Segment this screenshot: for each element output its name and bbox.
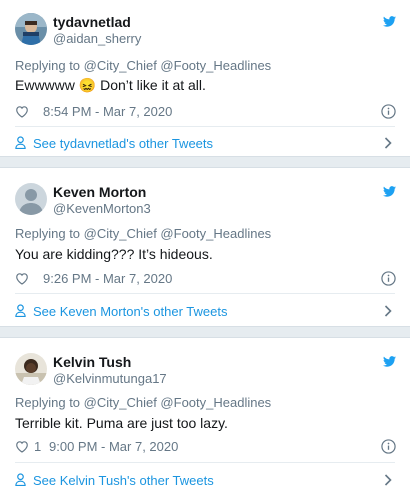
info-icon[interactable] <box>381 104 396 119</box>
reply-context[interactable]: Replying to @City_Chief @Footy_Headlines <box>15 395 271 410</box>
other-tweets-label: See Kelvin Tush's other Tweets <box>33 473 214 488</box>
tweet-card: Keven Morton @KevenMorton3 Replying to @… <box>0 168 410 326</box>
tweet-card: Kelvin Tush @Kelvinmutunga17 Replying to… <box>0 338 410 494</box>
info-icon[interactable] <box>381 271 396 286</box>
chevron-right-icon[interactable] <box>384 305 392 317</box>
author-handle[interactable]: @KevenMorton3 <box>53 201 151 216</box>
author-handle[interactable]: @Kelvinmutunga17 <box>53 371 167 386</box>
reply-context[interactable]: Replying to @City_Chief @Footy_Headlines <box>15 226 271 241</box>
info-icon[interactable] <box>381 439 396 454</box>
heart-icon[interactable] <box>15 105 29 118</box>
person-icon <box>15 304 26 317</box>
author-handle[interactable]: @aidan_sherry <box>53 31 141 46</box>
chevron-right-icon[interactable] <box>384 474 392 486</box>
tweet-text: Terrible kit. Puma are just too lazy. <box>15 415 228 431</box>
separator <box>0 326 410 338</box>
tweet-text: You are kidding??? It’s hideous. <box>15 246 213 262</box>
avatar[interactable] <box>15 183 47 215</box>
tweet-card: tydavnetlad @aidan_sherry Replying to @C… <box>0 0 410 156</box>
divider <box>15 126 395 127</box>
twitter-bird-icon[interactable] <box>383 16 396 27</box>
tweet-timestamp[interactable]: 9:26 PM - Mar 7, 2020 <box>43 271 172 286</box>
avatar[interactable] <box>15 13 47 45</box>
like-count: 1 <box>34 439 42 454</box>
author-name[interactable]: Keven Morton <box>53 184 146 200</box>
other-tweets-label: See Keven Morton's other Tweets <box>33 304 228 319</box>
twitter-bird-icon[interactable] <box>383 356 396 367</box>
avatar[interactable] <box>15 353 47 385</box>
tweet-meta: 8:54 PM - Mar 7, 2020 <box>15 104 396 120</box>
author-name[interactable]: tydavnetlad <box>53 14 131 30</box>
other-tweets-label: See tydavnetlad's other Tweets <box>33 136 214 151</box>
person-icon <box>15 136 26 149</box>
tweet-meta: 9:26 PM - Mar 7, 2020 <box>15 271 396 287</box>
divider <box>15 293 395 294</box>
chevron-right-icon[interactable] <box>384 137 392 149</box>
heart-icon[interactable] <box>15 272 29 285</box>
heart-icon[interactable] <box>15 440 29 453</box>
author-name[interactable]: Kelvin Tush <box>53 354 131 370</box>
person-icon <box>15 473 26 486</box>
tweet-timestamp[interactable]: 8:54 PM - Mar 7, 2020 <box>43 104 172 119</box>
tweet-timestamp[interactable]: 9:00 PM - Mar 7, 2020 <box>49 439 178 454</box>
tweet-text: Ewwwww 😖 Don’t like it at all. <box>15 77 206 93</box>
separator <box>0 156 410 168</box>
divider <box>15 462 395 463</box>
twitter-bird-icon[interactable] <box>383 186 396 197</box>
tweet-meta: 1 9:00 PM - Mar 7, 2020 <box>15 439 396 455</box>
reply-context[interactable]: Replying to @City_Chief @Footy_Headlines <box>15 58 271 73</box>
